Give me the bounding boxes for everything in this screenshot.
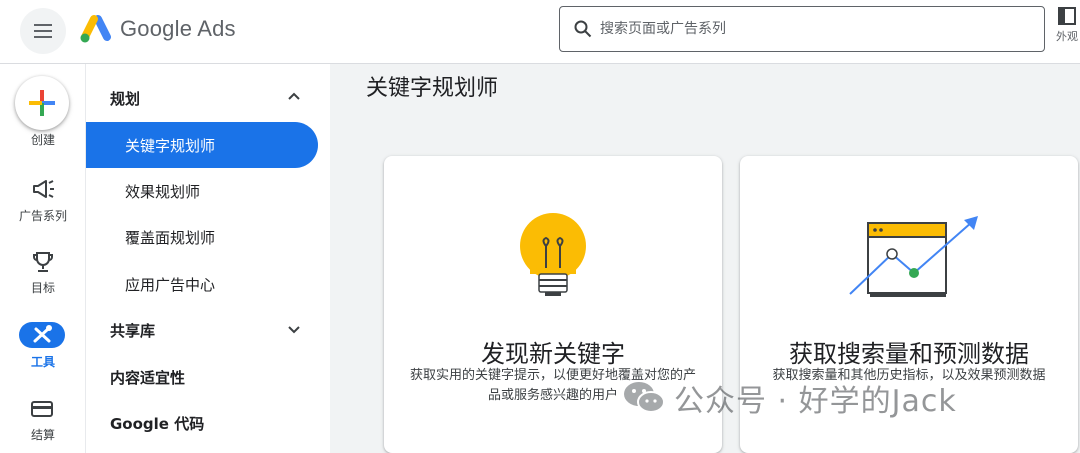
wechat-icon	[624, 382, 665, 413]
hamburger-icon	[34, 24, 52, 38]
nav-section-google-tag[interactable]: Google 代码	[86, 400, 204, 446]
appearance-label: 外观	[1056, 30, 1078, 43]
plus-icon	[29, 90, 55, 116]
create-label: 创建	[30, 133, 55, 147]
nav-item-reach-planner[interactable]: 覆盖面规划师	[86, 214, 215, 260]
nav-item-app-ads-hub[interactable]: 应用广告中心	[86, 261, 215, 307]
search-icon	[574, 20, 592, 38]
trophy-icon[interactable]	[31, 250, 55, 274]
nav-section-shared-library[interactable]: 共享库	[86, 307, 330, 353]
tools-button[interactable]	[19, 322, 65, 348]
nav-section-content-suitability[interactable]: 内容适宜性	[86, 354, 185, 400]
billing-icon[interactable]	[31, 400, 53, 418]
top-bar: Google Ads 外观	[0, 0, 1080, 64]
nav-keyword-planner-label: 关键字规划师	[125, 136, 216, 155]
nav-section-planning[interactable]: 规划	[86, 75, 330, 121]
create-button[interactable]	[15, 76, 69, 130]
tools-label: 工具	[30, 355, 55, 369]
card-title-discover: 发现新关键字	[481, 340, 625, 368]
tools-icon	[33, 325, 52, 343]
chevron-up-icon	[288, 92, 300, 100]
nav-shared-library-label: 共享库	[110, 321, 156, 340]
page-title: 关键字规划师	[366, 76, 499, 101]
watermark: 公众号 · 好学的Jack	[622, 374, 957, 422]
nav-reach-planner-label: 覆盖面规划师	[125, 228, 216, 247]
navigation-rail: 创建 广告系列 目标 工具 结算	[0, 64, 86, 453]
brand-name: Google Ads	[120, 16, 236, 41]
tools-menu: 规划 关键字规划师 效果规划师 覆盖面规划师 应用广告中心 共享库 内容适宜性 …	[86, 64, 330, 453]
chevron-down-icon	[288, 326, 300, 334]
main-menu-button[interactable]	[20, 8, 66, 54]
watermark-text: 公众号 · 好学的Jack	[674, 384, 957, 419]
campaigns-icon[interactable]	[31, 178, 55, 200]
nav-app-ads-hub-label: 应用广告中心	[125, 275, 216, 294]
goals-label: 目标	[30, 281, 55, 295]
nav-content-suitability-label: 内容适宜性	[110, 368, 186, 387]
campaigns-label: 广告系列	[18, 209, 67, 223]
nav-planning-label: 规划	[110, 89, 141, 108]
nav-item-performance-planner[interactable]: 效果规划师	[86, 168, 200, 214]
billing-label: 结算	[30, 428, 55, 442]
nav-performance-planner-label: 效果规划师	[125, 182, 201, 201]
card-title-search-volume: 获取搜索量和预测数据	[789, 340, 1029, 368]
lightbulb-icon	[520, 213, 586, 296]
nav-item-keyword-planner[interactable]: 关键字规划师	[86, 122, 318, 168]
nav-google-tag-label: Google 代码	[110, 414, 205, 433]
search-box[interactable]	[559, 6, 1045, 52]
appearance-icon	[1058, 7, 1076, 25]
search-input[interactable]	[600, 17, 1020, 41]
appearance-button[interactable]: 外观	[1054, 6, 1080, 52]
google-ads-logo-icon	[80, 15, 111, 43]
trend-chart-icon	[849, 216, 978, 297]
